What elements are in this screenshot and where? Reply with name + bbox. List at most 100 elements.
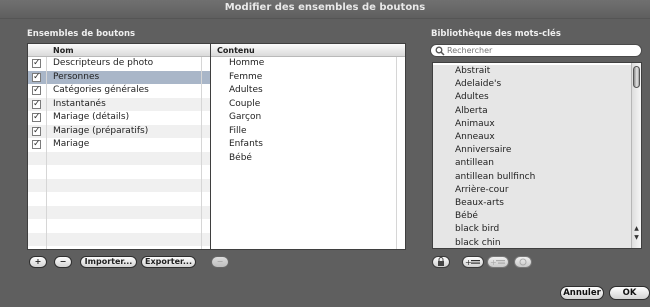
keyword-label: Abstrait (455, 66, 491, 76)
keyword-label: Beaux-arts (455, 198, 504, 208)
button-sets-table: Nom ✓ Descripteurs de photo ✓ Personnes ✓ Cat… (27, 43, 211, 250)
set-checkbox[interactable]: ✓ (32, 59, 41, 68)
add-subkeyword-button[interactable]: + (487, 256, 509, 268)
set-name: Mariage (préparatifs) (53, 125, 149, 136)
keyword-search-field[interactable] (430, 44, 642, 57)
keyword-label: Animaux (455, 118, 495, 129)
scroll-up-icon[interactable]: ▲ (632, 225, 641, 232)
content-row[interactable]: Enfants (211, 138, 405, 152)
info-icon (519, 258, 527, 266)
content-keyword: Adultes (229, 85, 263, 95)
content-row[interactable]: Garçon (211, 111, 405, 125)
set-checkbox[interactable]: ✓ (32, 72, 41, 82)
content-row[interactable] (211, 219, 405, 233)
set-checkbox[interactable]: ✓ (32, 126, 41, 136)
scroll-thumb[interactable] (633, 66, 640, 88)
import-button[interactable]: Importer... (80, 256, 137, 268)
set-row[interactable]: ✓ Personnes (28, 70, 210, 84)
content-row[interactable]: Couple (211, 98, 405, 112)
contents-list: Homme Femme Adultes Couple Garçon Fille Enfant… (211, 57, 405, 249)
set-checkbox[interactable]: ✓ (32, 140, 41, 149)
set-row[interactable]: ✓ Mariage (détails) (28, 111, 210, 125)
keyword-label: Bébé (455, 211, 478, 222)
keyword-rows: Abstrait Adelaide's Adultes Alberta Animaux A… (433, 65, 631, 248)
content-keyword: Garçon (229, 112, 262, 122)
set-row[interactable] (28, 151, 210, 165)
set-checkbox[interactable]: ✓ (32, 113, 41, 122)
content-row[interactable] (211, 192, 405, 206)
button-sets-list: ✓ Descripteurs de photo ✓ Personnes ✓ Catégor… (28, 57, 210, 249)
search-icon (435, 46, 445, 56)
keyword-library-title: Bibliothèque des mots-clés (431, 29, 561, 39)
svg-text:+: + (465, 258, 472, 267)
set-row[interactable]: ✓ Mariage (préparatifs) (28, 124, 210, 138)
dialog-window: Modifier des ensembles de boutons Ensemb… (0, 0, 650, 307)
cancel-button[interactable]: Annuler (560, 286, 604, 300)
keyword-label: Adultes (455, 92, 489, 103)
content-row[interactable]: Bébé (211, 152, 405, 166)
set-row[interactable]: ✓ Mariage (28, 138, 210, 152)
lock-button[interactable] (432, 256, 450, 268)
set-row[interactable]: ✓ Instantanés (28, 97, 210, 111)
column-header-nom[interactable]: Nom (28, 44, 210, 57)
button-sets-title: Ensembles de boutons (27, 29, 136, 39)
keyword-scrollbar[interactable]: ▲ ▼ (631, 63, 641, 248)
content-row[interactable] (211, 206, 405, 220)
keyword-library-list: Abstrait Adelaide's Adultes Alberta Animaux A… (432, 62, 642, 249)
content-row[interactable]: Fille (211, 125, 405, 139)
set-checkbox[interactable]: ✓ (32, 99, 41, 109)
set-checkbox[interactable]: ✓ (32, 86, 41, 95)
content-row[interactable]: Adultes (211, 84, 405, 98)
content-row[interactable] (211, 233, 405, 247)
keyword-label: antillean (455, 158, 495, 169)
ok-button[interactable]: OK (609, 286, 650, 300)
remove-set-button[interactable]: − (54, 256, 72, 268)
column-header-contenu[interactable]: Contenu (211, 44, 405, 57)
set-row[interactable] (28, 205, 210, 219)
keyword-label: Anniversaire (455, 145, 512, 156)
set-name: Mariage (53, 139, 90, 149)
add-subkeyword-icon: + (490, 258, 505, 267)
add-keyword-button[interactable]: + (462, 256, 484, 268)
title-bar[interactable]: Modifier des ensembles de boutons (0, 0, 650, 19)
content-keyword: Fille (229, 125, 247, 136)
keyword-label: black chin (455, 237, 501, 248)
content-row[interactable] (211, 165, 405, 179)
set-name: Mariage (détails) (53, 112, 130, 122)
keyword-label: Arrière-cour (455, 184, 509, 195)
search-input[interactable] (447, 45, 637, 56)
set-row[interactable]: ✓ Descripteurs de photo (28, 57, 210, 71)
set-row[interactable]: ✓ Catégories générales (28, 84, 210, 98)
set-name: Instantanés (53, 98, 106, 109)
remove-content-button[interactable]: − (211, 256, 229, 268)
keyword-info-button[interactable] (514, 256, 532, 268)
svg-text:+: + (490, 258, 497, 267)
add-keyword-icon: + (465, 258, 480, 267)
scroll-down-icon[interactable]: ▼ (632, 234, 641, 241)
set-row[interactable] (28, 219, 210, 233)
keyword-label: Anneaux (455, 132, 495, 142)
content-row[interactable]: Homme (211, 57, 405, 71)
lock-icon (438, 257, 444, 266)
keyword-label: Adelaide's (455, 79, 502, 90)
column-divider (201, 57, 202, 249)
keyword-label: antillean bullfinch (455, 171, 536, 182)
keyword-label: black bird (455, 224, 500, 235)
column-divider (396, 57, 397, 249)
content-row[interactable] (211, 179, 405, 193)
content-keyword: Homme (229, 58, 265, 68)
set-name: Personnes (53, 71, 100, 82)
set-row[interactable] (28, 192, 210, 206)
set-row[interactable] (28, 178, 210, 192)
content-row[interactable]: Femme (211, 71, 405, 85)
content-keyword: Bébé (229, 152, 252, 163)
add-set-button[interactable]: + (29, 256, 47, 268)
set-row[interactable] (28, 165, 210, 179)
window-title: Modifier des ensembles de boutons (224, 2, 426, 13)
content-keyword: Couple (229, 98, 261, 109)
set-name: Catégories générales (53, 85, 149, 95)
keyword-item[interactable]: black chin (433, 236, 631, 248)
export-button[interactable]: Exporter... (141, 256, 196, 268)
content-keyword: Enfants (229, 139, 263, 149)
set-row[interactable] (28, 232, 210, 246)
